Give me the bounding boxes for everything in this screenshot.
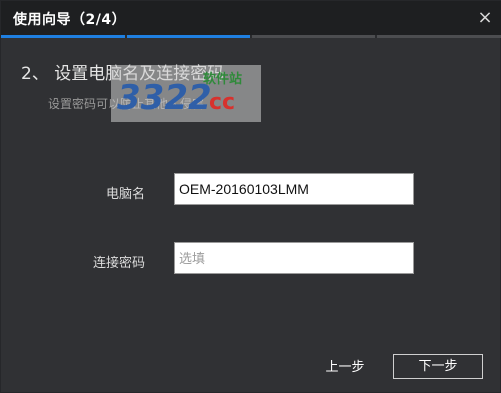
wizard-progress-bar — [1, 35, 501, 38]
close-icon[interactable]: × — [474, 7, 496, 29]
title-bar: 使用向导（2/4） × — [1, 1, 501, 35]
window-title: 使用向导（2/4） — [13, 12, 127, 28]
progress-segment-1 — [1, 35, 125, 38]
watermark-logo-graphic: 3322 cc 软件站 — [117, 71, 242, 118]
computer-name-input[interactable] — [174, 173, 414, 205]
watermark-number: 3322 — [117, 78, 212, 118]
watermark-suffix: cc — [209, 90, 235, 115]
progress-segment-4 — [377, 35, 501, 38]
setup-wizard-dialog: 使用向导（2/4） × 2、 设置电脑名及连接密码 设置密码可以防止其他人侵害 … — [0, 0, 501, 393]
next-button[interactable]: 下一步 — [393, 354, 483, 379]
computer-name-label: 电脑名 — [105, 187, 145, 202]
password-label: 连接密码 — [92, 256, 145, 271]
password-input[interactable] — [174, 242, 414, 274]
watermark-logo: 3322 cc 软件站 — [111, 65, 261, 122]
previous-button[interactable]: 上一步 — [315, 357, 375, 379]
progress-segment-2 — [127, 35, 250, 38]
watermark-tag: 软件站 — [203, 71, 242, 87]
progress-segment-3 — [252, 35, 375, 38]
